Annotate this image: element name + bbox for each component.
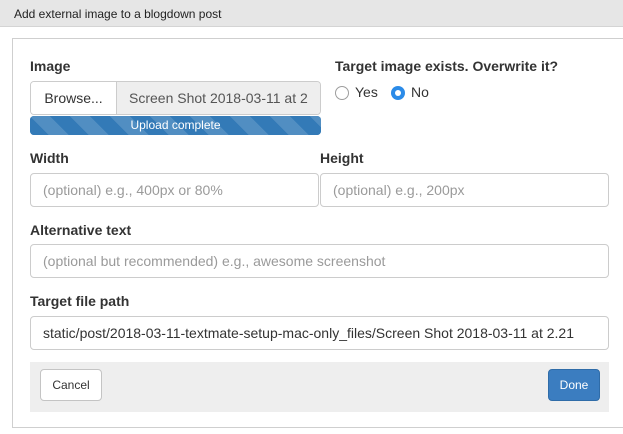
overwrite-question: Target image exists. Overwrite it? bbox=[335, 58, 559, 74]
dialog-footer: Cancel Done bbox=[30, 362, 609, 412]
image-label: Image bbox=[30, 58, 71, 74]
height-label: Height bbox=[320, 150, 364, 166]
window-title: Add external image to a blogdown post bbox=[0, 0, 623, 27]
add-image-dialog: Image Browse... Screen Shot 2018-03-11 a… bbox=[12, 38, 623, 428]
upload-progress-text: Upload complete bbox=[130, 118, 221, 132]
overwrite-no-radio[interactable] bbox=[391, 86, 405, 100]
file-input-group: Browse... Screen Shot 2018-03-11 at 2 bbox=[30, 81, 321, 115]
overwrite-yes-radio[interactable] bbox=[335, 86, 349, 100]
upload-progress-bar: Upload complete bbox=[30, 116, 321, 135]
width-label: Width bbox=[30, 150, 69, 166]
done-button[interactable]: Done bbox=[548, 369, 600, 401]
overwrite-yes-label: Yes bbox=[355, 84, 378, 100]
target-path-label: Target file path bbox=[30, 293, 130, 309]
selected-file-name: Screen Shot 2018-03-11 at 2 bbox=[117, 82, 320, 114]
target-path-input[interactable]: static/post/2018-03-11-textmate-setup-ma… bbox=[30, 316, 609, 350]
height-input[interactable]: (optional) e.g., 200px bbox=[320, 173, 609, 207]
browse-button[interactable]: Browse... bbox=[31, 82, 117, 114]
width-input[interactable]: (optional) e.g., 400px or 80% bbox=[30, 173, 319, 207]
alt-text-label: Alternative text bbox=[30, 222, 132, 238]
overwrite-no-label: No bbox=[411, 84, 429, 100]
cancel-button[interactable]: Cancel bbox=[40, 369, 102, 401]
alt-text-input[interactable]: (optional but recommended) e.g., awesome… bbox=[30, 244, 609, 278]
